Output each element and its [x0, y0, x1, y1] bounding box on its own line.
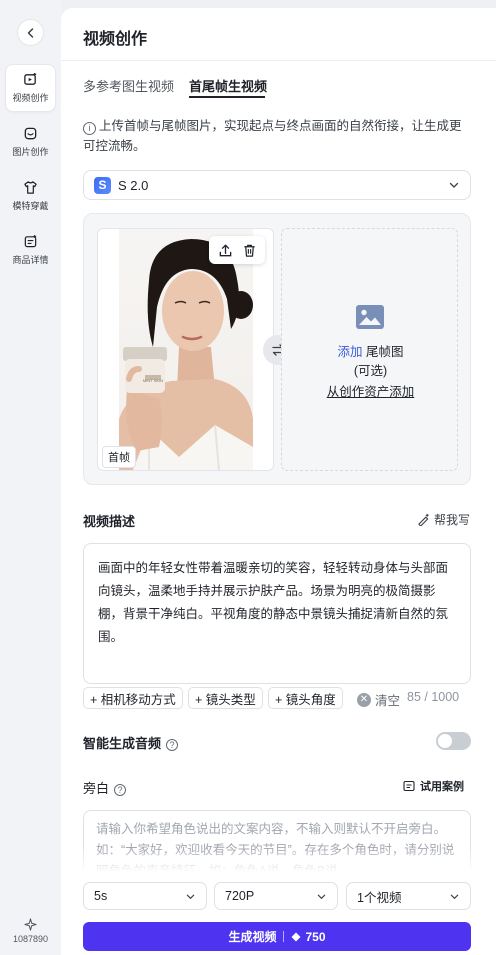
- model-name: S 2.0: [118, 177, 149, 193]
- toggle-knob: [438, 734, 452, 748]
- audio-label: 智能生成音频?: [83, 733, 179, 752]
- add-last-frame-link[interactable]: 添加: [338, 345, 363, 359]
- chevron-down-icon: [449, 182, 459, 188]
- divider: [283, 931, 285, 942]
- resolution-value: 720P: [225, 889, 255, 903]
- sparkle-icon: [24, 918, 37, 931]
- jar-label-text: MINT SKIN: [143, 378, 163, 383]
- side-rail: 视频创作 图片创作 模特穿戴 商品详情 1087890: [0, 0, 61, 955]
- duration-value: 5s: [94, 889, 108, 903]
- tshirt-icon: [24, 181, 37, 194]
- audio-label-text: 智能生成音频: [83, 736, 162, 751]
- info-text-body: 上传首帧与尾帧图片，实现起点与终点画面的自然衔接，让生成更可控流畅。: [83, 119, 462, 153]
- page-title: 视频创作: [83, 31, 148, 48]
- clear-button[interactable]: ✕ 清空: [357, 690, 400, 709]
- description-label: 视频描述: [83, 514, 136, 529]
- char-counter: 85 / 1000: [407, 690, 460, 704]
- narration-fade: [83, 848, 471, 876]
- rail-item-model-wear[interactable]: 模特穿戴: [5, 172, 56, 220]
- main-panel: 视频创作 多参考图生视频 首尾帧生视频 i 上传首帧与尾帧图片，实现起点与终点画面…: [61, 8, 496, 955]
- clear-label: 清空: [375, 694, 401, 708]
- tab-first-last-frame[interactable]: 首尾帧生视频: [189, 76, 267, 95]
- chevron-down-icon: [450, 894, 459, 899]
- resolution-select[interactable]: 720P: [214, 882, 338, 910]
- count-value: 1个视频: [357, 890, 402, 905]
- image-create-icon: [24, 127, 37, 140]
- duration-select[interactable]: 5s: [83, 882, 207, 910]
- back-button[interactable]: [17, 19, 44, 46]
- upload-icon[interactable]: [218, 243, 233, 258]
- description-textarea[interactable]: 画面中的年轻女性带着温暖亲切的笑容，轻轻转动身体与头部面向镜头，温柔地手持并展示…: [83, 543, 471, 684]
- shot-angle-chip[interactable]: + 镜头角度: [268, 687, 343, 709]
- model-logo-icon: S: [94, 176, 111, 194]
- count-select[interactable]: 1个视频: [346, 882, 471, 910]
- narration-label-text: 旁白: [83, 781, 110, 796]
- chevron-down-icon: [186, 894, 195, 899]
- magic-pen-icon: [418, 513, 429, 526]
- examples-button[interactable]: 试用案例: [403, 778, 464, 794]
- first-frame-label: 首帧: [102, 446, 136, 468]
- generate-label: 生成视频: [228, 930, 277, 944]
- help-icon[interactable]: ?: [166, 739, 179, 751]
- rail-item-label: 模特穿戴: [12, 201, 49, 211]
- rail-item-product-detail[interactable]: 商品详情: [5, 226, 56, 274]
- help-write-label: 帮我写: [434, 513, 471, 527]
- rail-item-label: 图片创作: [12, 147, 49, 157]
- chevron-down-icon: [317, 894, 326, 899]
- last-frame-optional: (可选): [353, 364, 388, 378]
- rail-item-video-create[interactable]: 视频创作: [5, 64, 56, 112]
- video-create-icon: [24, 72, 37, 85]
- clear-icon: ✕: [357, 692, 371, 707]
- first-frame-card[interactable]: MINT SKIN 首帧: [97, 228, 274, 471]
- credits-count: 1087890: [12, 934, 49, 944]
- rail-item-label: 商品详情: [12, 255, 49, 265]
- help-write-button[interactable]: 帮我写: [417, 511, 470, 528]
- audio-toggle[interactable]: [436, 732, 471, 750]
- tab-active-indicator: [189, 96, 265, 98]
- divider: [61, 60, 496, 61]
- help-icon[interactable]: ?: [114, 784, 127, 796]
- delete-icon[interactable]: [242, 243, 257, 258]
- chevron-left-icon: [27, 27, 33, 38]
- examples-label: 试用案例: [420, 781, 464, 793]
- narration-label: 旁白?: [83, 778, 127, 797]
- product-detail-icon: [24, 234, 37, 248]
- image-placeholder-icon: [356, 305, 384, 329]
- generate-video-button[interactable]: 生成视频 750: [83, 922, 471, 951]
- message-icon: [403, 780, 415, 792]
- add-from-assets-link[interactable]: 从创作资产添加: [282, 381, 459, 400]
- generate-cost: 750: [305, 929, 326, 944]
- tab-multi-reference[interactable]: 多参考图生视频: [83, 76, 174, 95]
- first-frame-image: MINT SKIN: [119, 229, 253, 470]
- shot-type-chip[interactable]: + 镜头类型: [188, 687, 263, 709]
- camera-movement-chip[interactable]: + 相机移动方式: [83, 687, 183, 709]
- info-text: i 上传首帧与尾帧图片，实现起点与终点画面的自然衔接，让生成更可控流畅。: [83, 116, 463, 156]
- frames-area: MINT SKIN 首帧 添加 尾帧图 (可选) 从创作资产添加: [83, 213, 471, 485]
- last-frame-dropzone[interactable]: 添加 尾帧图 (可选) 从创作资产添加: [281, 228, 458, 471]
- rail-item-image-create[interactable]: 图片创作: [5, 118, 56, 166]
- frame-toolbar: [209, 236, 265, 264]
- info-icon: i: [83, 122, 96, 135]
- last-frame-label: 尾帧图: [362, 345, 404, 359]
- diamond-icon: [291, 932, 301, 941]
- credits-display[interactable]: 1087890: [0, 918, 61, 944]
- rail-item-label: 视频创作: [12, 93, 49, 103]
- model-select[interactable]: S S 2.0: [83, 170, 471, 200]
